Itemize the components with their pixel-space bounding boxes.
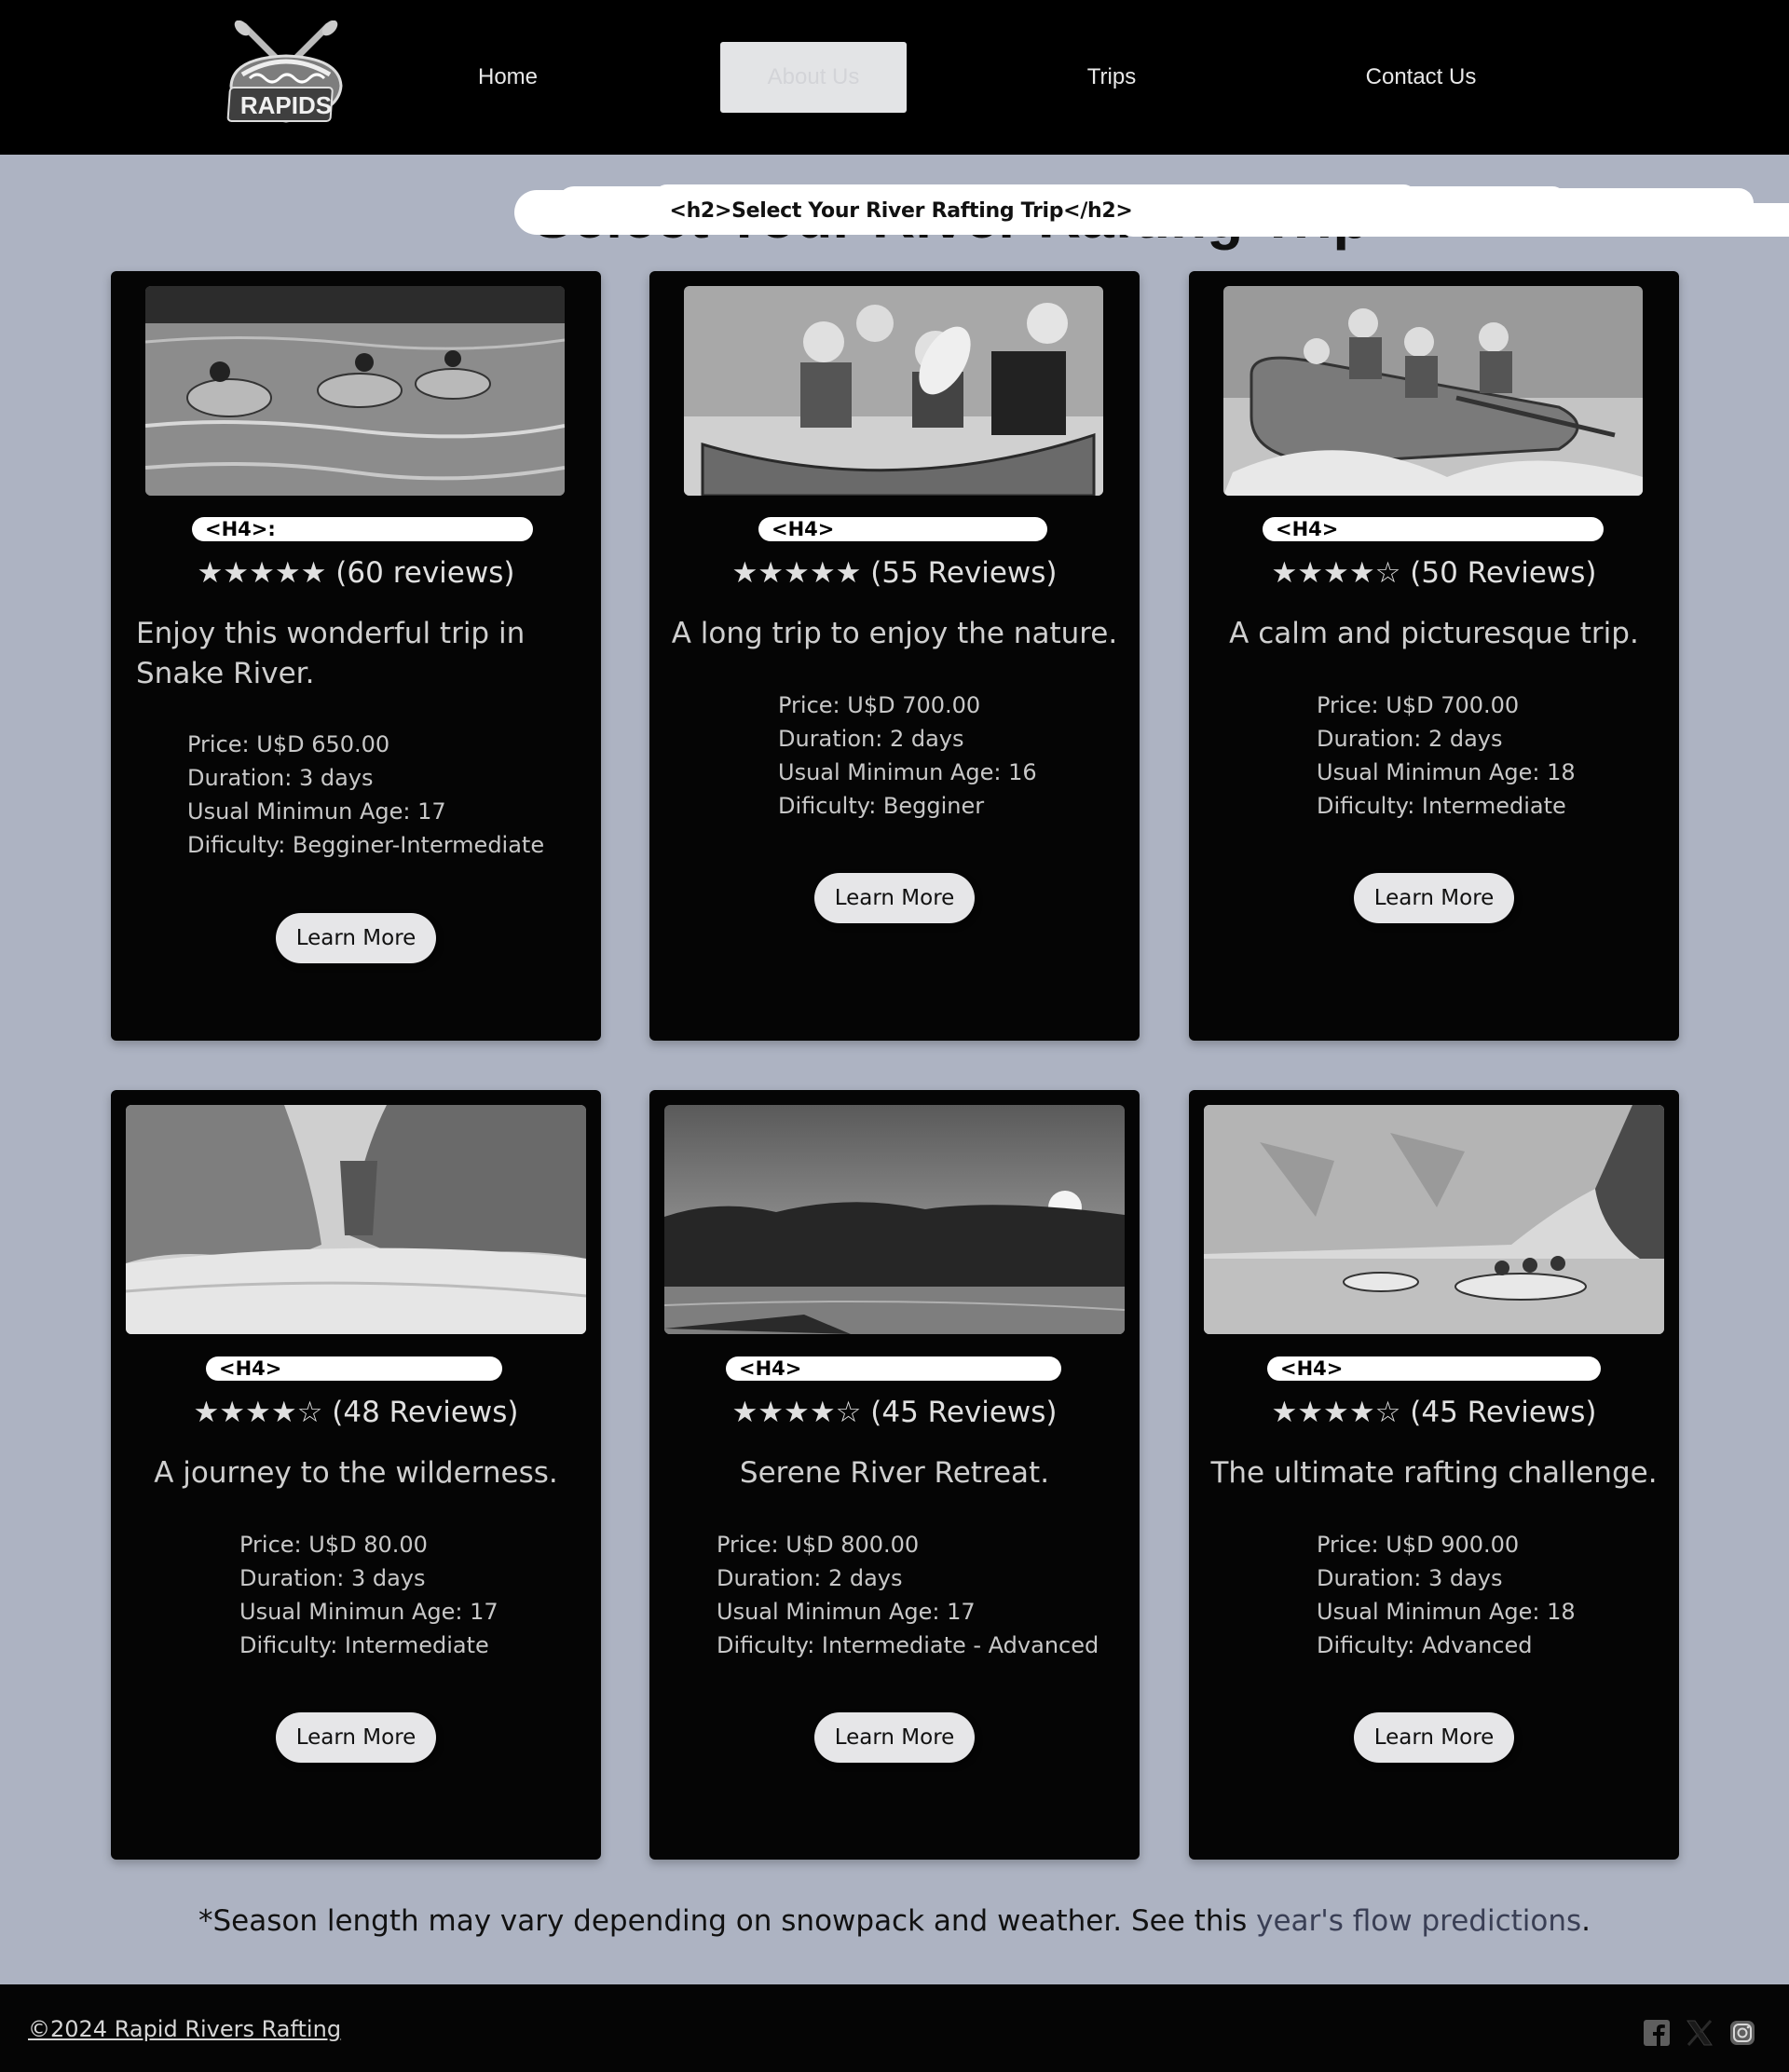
trip-rating: ★★★★☆ (50 Reviews) <box>1271 556 1597 590</box>
trip-price: Price: U$D 650.00 <box>187 731 390 757</box>
trip-duration: Duration: 3 days <box>239 1565 426 1591</box>
copyright-link[interactable]: ©2024 Rapid Rivers Rafting <box>28 2016 341 2042</box>
trip-difficulty: Dificulty: Begginer <box>778 793 985 819</box>
trip-min-age: Usual Minimun Age: 18 <box>1317 759 1576 785</box>
flow-predictions-link[interactable]: year's flow predictions <box>1256 1904 1581 1938</box>
trip-card: <H4> ★★★★☆ (50 Reviews) A calm and pictu… <box>1189 271 1679 1041</box>
trip-duration: Duration: 2 days <box>1317 726 1503 752</box>
trip-description: Enjoy this wonderful trip in Snake River… <box>136 617 526 690</box>
trip-rating: ★★★★★ (60 reviews) <box>197 556 515 590</box>
trip-photo-raft-group <box>684 286 1103 496</box>
learn-more-button[interactable]: Learn More <box>1354 1712 1514 1763</box>
heading-annotation-label: <h2>Select Your River Rafting Trip</h2> <box>669 199 1133 223</box>
trip-price: Price: U$D 900.00 <box>1317 1532 1520 1558</box>
learn-more-button[interactable]: Learn More <box>276 1712 436 1763</box>
trip-min-age: Usual Minimun Age: 17 <box>187 798 446 825</box>
trip-description: Serene River Retreat. <box>739 1456 1050 1490</box>
learn-more-button[interactable]: Learn More <box>276 913 436 963</box>
h4-annotation-label: <H4> <box>206 1356 502 1381</box>
trip-difficulty: Dificulty: Intermediate - Advanced <box>717 1632 1099 1658</box>
season-note-text: *Season length may vary depending on sno… <box>198 1904 1257 1938</box>
trip-difficulty: Dificulty: Intermediate <box>239 1632 489 1658</box>
trip-rating: ★★★★☆ (48 Reviews) <box>193 1396 519 1429</box>
trip-duration: Duration: 3 days <box>1317 1565 1503 1591</box>
nav-contact-us[interactable]: Contact Us <box>1342 42 1500 113</box>
trip-details: Price: U$D 800.00 Duration: 2 days Usual… <box>717 1528 1099 1662</box>
rapids-logo[interactable]: RAPIDS <box>216 20 356 132</box>
learn-more-button[interactable]: Learn More <box>814 873 975 923</box>
h4-annotation-label: <H4> <box>758 517 1047 541</box>
trip-min-age: Usual Minimun Age: 17 <box>717 1599 976 1625</box>
trip-duration: Duration: 2 days <box>717 1565 903 1591</box>
season-note: *Season length may vary depending on sno… <box>0 1904 1789 1938</box>
trip-card: <H4> ★★★★☆ (48 Reviews) A journey to the… <box>111 1090 601 1860</box>
h4-annotation-label: <H4> <box>726 1356 1061 1381</box>
season-note-end: . <box>1581 1904 1591 1938</box>
trip-price: Price: U$D 800.00 <box>717 1532 920 1558</box>
trip-details: Price: U$D 900.00 Duration: 3 days Usual… <box>1317 1528 1576 1662</box>
trip-price: Price: U$D 700.00 <box>1317 692 1520 718</box>
trip-min-age: Usual Minimun Age: 17 <box>239 1599 498 1625</box>
trip-photo-sunset-river <box>664 1105 1125 1334</box>
trip-card: <H4> ★★★★☆ (45 Reviews) Serene River Ret… <box>649 1090 1140 1860</box>
trip-card: <H4> ★★★★☆ (45 Reviews) The ultimate raf… <box>1189 1090 1679 1860</box>
trip-details: Price: U$D 700.00 Duration: 2 days Usual… <box>778 688 1037 823</box>
h4-annotation-label: <H4> <box>1267 1356 1601 1381</box>
trip-description: A calm and picturesque trip. <box>1229 617 1639 650</box>
h4-annotation-label: <H4> <box>1263 517 1604 541</box>
trip-difficulty: Dificulty: Begginer-Intermediate <box>187 832 545 858</box>
svg-text:RAPIDS: RAPIDS <box>240 91 332 119</box>
trip-card: <H4> ★★★★★ (55 Reviews) A long trip to e… <box>649 271 1140 1041</box>
nav-trips[interactable]: Trips <box>1051 42 1172 113</box>
trip-price: Price: U$D 80.00 <box>239 1532 428 1558</box>
trip-min-age: Usual Minimun Age: 16 <box>778 759 1037 785</box>
trip-photo-tubing <box>145 286 565 496</box>
facebook-icon[interactable] <box>1642 2018 1672 2048</box>
trip-duration: Duration: 2 days <box>778 726 964 752</box>
trip-photo-raft-splash <box>1223 286 1643 496</box>
nav-home[interactable]: Home <box>447 42 568 113</box>
trip-description: A journey to the wilderness. <box>154 1456 558 1490</box>
trip-details: Price: U$D 80.00 Duration: 3 days Usual … <box>239 1528 498 1662</box>
trip-rating: ★★★★☆ (45 Reviews) <box>731 1396 1058 1429</box>
trip-card: <H4>: ★★★★★ (60 reviews) Enjoy this wond… <box>111 271 601 1041</box>
trip-details: Price: U$D 650.00 Duration: 3 days Usual… <box>187 728 544 862</box>
trip-price: Price: U$D 700.00 <box>778 692 981 718</box>
trip-rating: ★★★★☆ (45 Reviews) <box>1271 1396 1597 1429</box>
trip-min-age: Usual Minimun Age: 18 <box>1317 1599 1576 1625</box>
site-header: RAPIDS Home About Us Trips Contact Us <box>0 0 1789 155</box>
trip-details: Price: U$D 700.00 Duration: 2 days Usual… <box>1317 688 1576 823</box>
x-icon[interactable] <box>1685 2018 1714 2048</box>
trip-duration: Duration: 3 days <box>187 765 374 791</box>
learn-more-button[interactable]: Learn More <box>814 1712 975 1763</box>
site-footer: ©2024 Rapid Rivers Rafting <box>0 1984 1789 2072</box>
trip-photo-canyon <box>126 1105 586 1334</box>
trip-photo-cliff-rafting <box>1204 1105 1664 1334</box>
h4-annotation-label: <H4>: <box>192 517 533 541</box>
trip-description: The ultimate rafting challenge. <box>1210 1456 1658 1490</box>
trip-difficulty: Dificulty: Intermediate <box>1317 793 1566 819</box>
page-heading: Select Your River Rafting Trip <h2>Selec… <box>514 175 1369 251</box>
learn-more-button[interactable]: Learn More <box>1354 873 1514 923</box>
trip-description: A long trip to enjoy the nature. <box>671 617 1118 650</box>
nav-about-us[interactable]: About Us <box>720 42 907 113</box>
instagram-icon[interactable] <box>1728 2018 1757 2048</box>
trip-rating: ★★★★★ (55 Reviews) <box>731 556 1058 590</box>
trip-difficulty: Dificulty: Advanced <box>1317 1632 1533 1658</box>
